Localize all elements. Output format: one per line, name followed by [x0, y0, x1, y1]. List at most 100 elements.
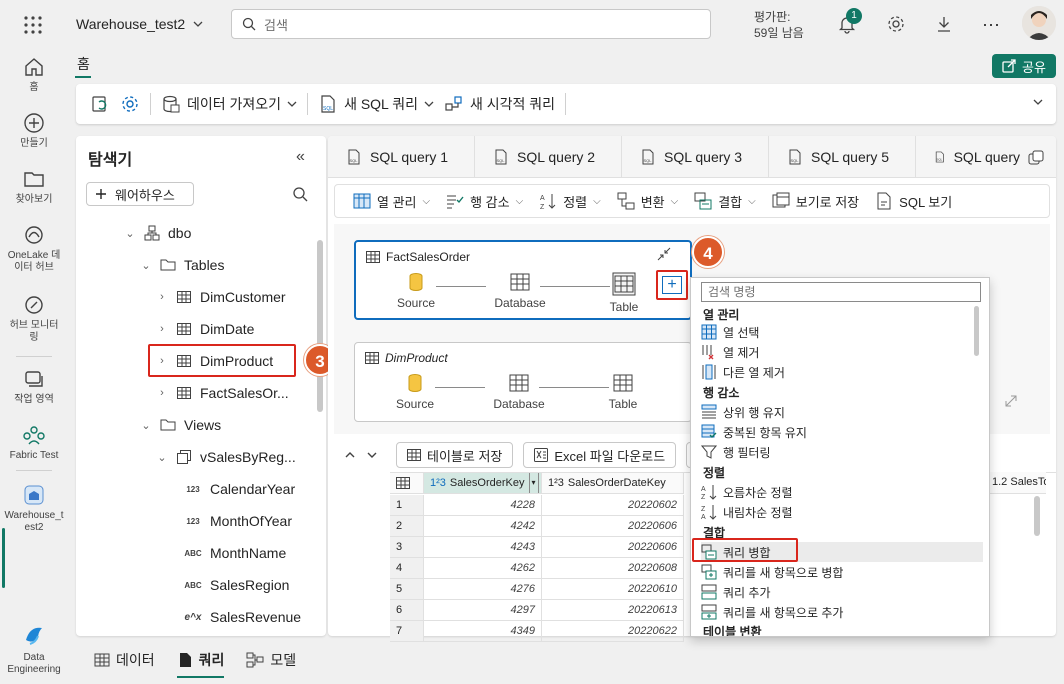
new-sql-query-button[interactable]: SQL 새 SQL 쿼리: [318, 94, 434, 114]
menu-item-append-as-new[interactable]: 쿼리를 새 항목으로 추가: [701, 602, 983, 622]
new-visual-query-button[interactable]: 새 시각적 쿼리: [444, 94, 555, 114]
cell-salesorderdatekey[interactable]: 20220606: [542, 516, 684, 537]
rail-item-workspaces[interactable]: 작업 영역: [0, 368, 68, 406]
user-avatar[interactable]: [1022, 6, 1056, 40]
chevron-up-icon[interactable]: [344, 449, 356, 461]
tree-schema-dbo[interactable]: ⌄ dbo: [124, 217, 191, 249]
search-input[interactable]: 검색: [231, 9, 711, 39]
table-row[interactable]: 1 4228 20220602: [390, 495, 684, 516]
menu-item-remove-columns[interactable]: 열 제거: [701, 342, 983, 362]
chevron-down-icon[interactable]: [366, 449, 378, 461]
tab-sql-query-3[interactable]: SQL SQL query 3: [622, 136, 769, 178]
cell-salesorderkey[interactable]: 4228: [424, 495, 542, 516]
cell-salesorderkey[interactable]: 4276: [424, 579, 542, 600]
tree-folder-tables[interactable]: ⌄ Tables: [140, 249, 224, 281]
cell-salesorderkey[interactable]: 4262: [424, 558, 542, 579]
column-filter-dropdown[interactable]: ▾: [528, 473, 539, 493]
cell-salesorderdatekey[interactable]: 20220610: [542, 579, 684, 600]
collapse-card-icon[interactable]: [656, 246, 672, 262]
rail-item-warehouse[interactable]: Warehouse_test2: [0, 484, 68, 534]
tab-model[interactable]: 모델: [246, 650, 296, 670]
more-options-icon[interactable]: ···: [982, 14, 1000, 35]
download-excel-button[interactable]: Excel 파일 다운로드: [523, 442, 677, 468]
column-header-salesorderdatekey[interactable]: 1²3 SalesOrderDateKey: [542, 473, 684, 494]
step-database[interactable]: Database: [479, 373, 559, 411]
trial-status[interactable]: 평가판: 59일 남음: [754, 9, 804, 41]
command-search-input[interactable]: 검색 명령: [701, 282, 981, 302]
get-data-button[interactable]: 데이터 가져오기: [161, 94, 297, 114]
tree-column-salesrevenue[interactable]: e^x SalesRevenue: [184, 601, 302, 633]
sort-button[interactable]: AZ 정렬 ⌵: [539, 192, 601, 211]
tab-query[interactable]: 쿼리: [176, 650, 224, 678]
query-card-dimproduct[interactable]: DimProduct Source Database Table: [354, 342, 692, 422]
cell-salesorderkey[interactable]: 4243: [424, 537, 542, 558]
menu-item-sort-descending[interactable]: ZA 내림차순 정렬: [701, 502, 983, 522]
rail-item-onelake[interactable]: OneLake 데이터 허브: [0, 224, 68, 274]
tree-column-salesregion[interactable]: ABC SalesRegion: [184, 569, 289, 601]
reduce-rows-button[interactable]: 행 감소 ⌵: [446, 192, 523, 211]
tab-sql-query-5[interactable]: SQL SQL query 5: [769, 136, 916, 178]
tab-sql-query-more[interactable]: SQL SQL query: [916, 136, 1020, 178]
settings-gear-icon[interactable]: [886, 14, 906, 34]
tab-sql-query-2[interactable]: SQL SQL query 2: [475, 136, 622, 178]
menu-item-choose-columns[interactable]: 열 선택: [701, 322, 983, 342]
menu-item-sort-ascending[interactable]: AZ 오름차순 정렬: [701, 482, 983, 502]
table-row[interactable]: 2 4242 20220606: [390, 516, 684, 537]
workspace-selector[interactable]: Warehouse_test2: [76, 16, 203, 32]
grid-select-all[interactable]: [390, 473, 424, 494]
download-icon[interactable]: [934, 14, 954, 34]
rail-item-browse[interactable]: 찾아보기: [0, 168, 68, 206]
step-table[interactable]: Table: [583, 373, 663, 411]
table-row[interactable]: 4 4262 20220608: [390, 558, 684, 579]
add-step-button[interactable]: +: [662, 276, 682, 294]
ribbon-collapse-icon[interactable]: [1032, 96, 1044, 108]
cell-salesorderkey[interactable]: 4349: [424, 621, 542, 642]
cell-salesorderdatekey[interactable]: 20220602: [542, 495, 684, 516]
menu-item-append-queries[interactable]: 쿼리 추가: [701, 582, 983, 602]
menu-item-keep-duplicates[interactable]: 중복된 항목 유지: [701, 422, 983, 442]
grid-scrollbar[interactable]: [1034, 496, 1040, 536]
tree-table-dimdate[interactable]: › DimDate: [156, 313, 254, 345]
explorer-scrollbar[interactable]: [317, 240, 323, 412]
cell-salesorderkey[interactable]: 4297: [424, 600, 542, 621]
save-as-table-button[interactable]: 테이블로 저장: [396, 442, 514, 468]
query-card-factsalesorder[interactable]: FactSalesOrder Source Database Table: [354, 240, 692, 320]
refresh-button[interactable]: [90, 94, 110, 114]
tree-column-calendaryear[interactable]: 123 CalendarYear: [184, 473, 295, 505]
table-row[interactable]: 6 4297 20220613: [390, 600, 684, 621]
rail-item-fabric-test[interactable]: Fabric Test: [0, 424, 68, 462]
manage-columns-button[interactable]: 열 관리 ⌵: [353, 192, 430, 211]
share-button[interactable]: 공유: [992, 54, 1056, 78]
tab-data[interactable]: 데이터: [94, 650, 155, 670]
cell-salesorderdatekey[interactable]: 20220608: [542, 558, 684, 579]
rail-item-monitor[interactable]: 허브 모니터링: [0, 294, 68, 344]
expand-icon[interactable]: [1004, 394, 1018, 408]
table-row[interactable]: 3 4243 20220606: [390, 537, 684, 558]
rail-item-home[interactable]: 홈: [0, 56, 68, 94]
tab-overflow-icon[interactable]: [1028, 150, 1044, 166]
rail-item-create[interactable]: 만들기: [0, 112, 68, 150]
app-launcher-icon[interactable]: [22, 14, 44, 36]
tab-sql-query-1[interactable]: SQL SQL query 1: [328, 136, 475, 178]
collapse-panel-icon[interactable]: «: [296, 148, 305, 166]
cell-salesorderdatekey[interactable]: 20220606: [542, 537, 684, 558]
tree-folder-views[interactable]: ⌄ Views: [140, 409, 221, 441]
menu-item-filter-rows[interactable]: 행 필터링: [701, 442, 983, 462]
tree-column-monthofyear[interactable]: 123 MonthOfYear: [184, 505, 292, 537]
cell-salesorderdatekey[interactable]: 20220622: [542, 621, 684, 642]
menu-item-merge-as-new[interactable]: 쿼리를 새 항목으로 병합: [701, 562, 983, 582]
menu-item-remove-other-columns[interactable]: 다른 열 제거: [701, 362, 983, 382]
tree-view-vsalesbyregion[interactable]: ⌄ vSalesByReg...: [156, 441, 295, 473]
table-row[interactable]: 7 4349 20220622: [390, 621, 684, 642]
settings-button[interactable]: [120, 94, 140, 114]
step-source[interactable]: Source: [375, 373, 455, 411]
cell-salesorderdatekey[interactable]: 20220613: [542, 600, 684, 621]
rail-item-data-engineering[interactable]: Data Engineering: [0, 624, 68, 676]
cell-salesorderkey[interactable]: 4242: [424, 516, 542, 537]
step-database[interactable]: Database: [480, 272, 560, 310]
combine-button[interactable]: 결합 ⌵: [694, 192, 756, 211]
view-sql-button[interactable]: SQL 보기: [875, 192, 952, 211]
tab-home[interactable]: 홈: [77, 54, 90, 74]
table-row[interactable]: 5 4276 20220610: [390, 579, 684, 600]
menu-item-keep-top-rows[interactable]: 상위 행 유지: [701, 402, 983, 422]
